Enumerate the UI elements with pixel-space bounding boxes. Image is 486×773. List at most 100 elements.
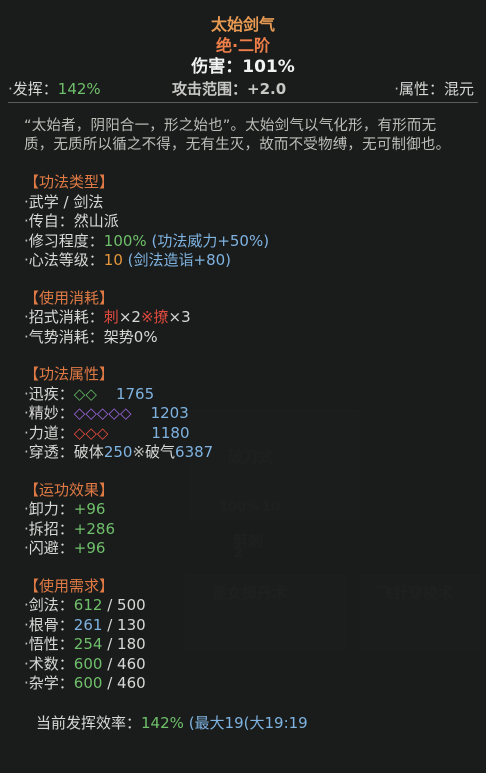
heart-line: ·心法等级：10 (剑法造诣+80) [24,251,486,271]
practice-value: 100% [103,231,147,250]
moves-line: ·招式消耗：刺×2※撩×3 [24,308,486,328]
damage-label: 伤害： [191,57,243,77]
pierce-qi: 破气 [145,443,176,461]
sword-current: 612 [73,596,103,614]
practice-line: ·修习程度：100% (功法威力+50%) [24,232,486,252]
momentum-value: 架势0% [103,327,158,346]
speed-label: 迅疾： [28,384,74,403]
dodge-label: 闪避： [28,539,74,557]
move-ci-count: ×2 [118,308,141,326]
move-liao-count: ×3 [168,308,191,326]
momentum-label: 气势消耗： [28,327,104,346]
dismantle-label: 拆招： [28,519,74,538]
practice-label: 修习程度： [28,231,104,250]
heart-extra: (剑法造诣+80) [127,251,232,269]
pierce-separator: ※ [132,443,146,461]
unload-label: 卸力： [28,500,74,518]
range-label: 攻击范围： [172,80,248,98]
skill-damage: 伤害：101% [0,56,486,78]
skill-description: “太始者，阴阳合一，形之始也”。太始剑气以气化形，有形而无质，无质所以循之不得，… [24,118,451,153]
pierce-line: ·穿透：破体250※破气6387 [24,443,486,463]
skill-tooltip: 太始剑气 绝·二阶 伤害：101% ·发挥：142% 攻击范围：+2.0 ·属性… [0,0,486,773]
attribute-label: 属性： [398,80,444,98]
misc-current: 600 [73,674,103,692]
requirement-section: 【使用需求】 ·剑法：612 / 500 ·根骨：261 / 130 ·悟性：2… [24,577,486,694]
category-line: ·武学 / 剑法 [24,193,486,213]
efficiency-label: 当前发挥效率： [36,713,142,732]
skill-name: 太始剑气 [210,15,275,34]
move-ci: 刺 [103,308,119,326]
attribute-stat: ·属性：混元 [394,78,474,99]
damage-value: 101% [242,57,295,77]
bone-required: / 130 [102,615,146,634]
dismantle-value: +286 [73,519,115,538]
finesse-label: 精妙： [28,404,74,422]
speed-value: 1765 [115,384,155,403]
divider [8,102,478,103]
fahui-stat: ·发挥：142% [8,78,101,99]
insight-label: 悟性： [28,635,74,653]
dismantle-line: ·拆招：+286 [24,520,486,540]
section-title: 【使用消耗】 [24,288,115,307]
pierce-label: 穿透： [28,443,74,461]
bone-req-line: ·根骨：261 / 130 [24,616,486,636]
section-title: 【功法类型】 [24,173,115,191]
efficiency-value: 142% [141,713,184,732]
range-stat: 攻击范围：+2.0 [172,78,286,99]
misc-req-line: ·杂学：600 / 460 [24,674,486,694]
section-title: 【运功效果】 [24,480,115,499]
power-label: 力道： [28,423,74,442]
source-label: 传自： [28,212,74,230]
fahui-value: 142% [57,80,101,98]
bone-label: 根骨： [28,615,74,634]
moves-label: 招式消耗： [28,308,104,326]
misc-label: 杂学： [28,674,74,692]
arts-label: 术数： [28,654,74,673]
speed-line: ·迅疾：◇◇ 1765 [24,385,486,405]
arts-current: 600 [73,654,103,673]
range-value: +2.0 [247,80,287,98]
insight-current: 254 [73,635,103,653]
skill-rank: 绝·二阶 [215,36,271,55]
insight-required: / 180 [102,635,146,653]
practice-extra: (功法威力+50%) [151,231,270,250]
section-title: 【功法属性】 [24,365,115,383]
tooltip-header: 太始剑气 绝·二阶 伤害：101% [0,0,486,78]
category-value: 武学 / 剑法 [28,192,104,211]
finesse-diamonds-icon: ◇◇◇◇◇ [73,404,132,422]
stat-row: ·发挥：142% 攻击范围：+2.0 ·属性：混元 [0,78,486,100]
source-line: ·传自：然山派 [24,212,486,232]
arts-required: / 460 [102,654,146,673]
unload-value: +96 [73,500,106,518]
pierce-body-value: 250 [103,443,133,461]
bone-current: 261 [73,615,103,634]
power-diamonds-icon: ◇◇◇ [73,423,109,442]
insight-req-line: ·悟性：254 / 180 [24,635,486,655]
effect-section: 【运功效果】 ·卸力：+96 ·拆招：+286 ·闪避：+96 [24,481,486,559]
source-value: 然山派 [73,212,119,230]
efficiency-extra: (最大19(大19:19 [188,713,308,732]
misc-required: / 460 [102,674,146,692]
unload-line: ·卸力：+96 [24,500,486,520]
finesse-value: 1203 [150,404,189,422]
power-line: ·力道：◇◇◇ 1180 [24,424,486,444]
power-value: 1180 [151,423,190,442]
heart-value: 10 [103,251,123,269]
attribute-value: 混元 [443,80,474,98]
section-title: 【使用需求】 [24,576,115,595]
cost-section: 【使用消耗】 ·招式消耗：刺×2※撩×3 ·气势消耗：架势0% [24,289,486,348]
sword-req-line: ·剑法：612 / 500 [24,596,486,616]
pierce-body: 破体 [73,443,104,461]
heart-label: 心法等级： [28,251,104,269]
fahui-label: 发挥： [12,80,58,98]
speed-diamonds-icon: ◇◇ [73,384,97,403]
dodge-line: ·闪避：+96 [24,539,486,559]
pierce-qi-value: 6387 [175,443,214,461]
move-separator: ※ [140,308,154,326]
efficiency-footer: 当前发挥效率：142% (最大19(大19:19 [36,712,486,733]
arts-req-line: ·术数：600 / 460 [24,655,486,675]
sword-required: / 500 [102,596,146,614]
momentum-line: ·气势消耗：架势0% [24,328,486,348]
finesse-line: ·精妙：◇◇◇◇◇ 1203 [24,404,486,424]
sword-label: 剑法： [28,596,74,614]
